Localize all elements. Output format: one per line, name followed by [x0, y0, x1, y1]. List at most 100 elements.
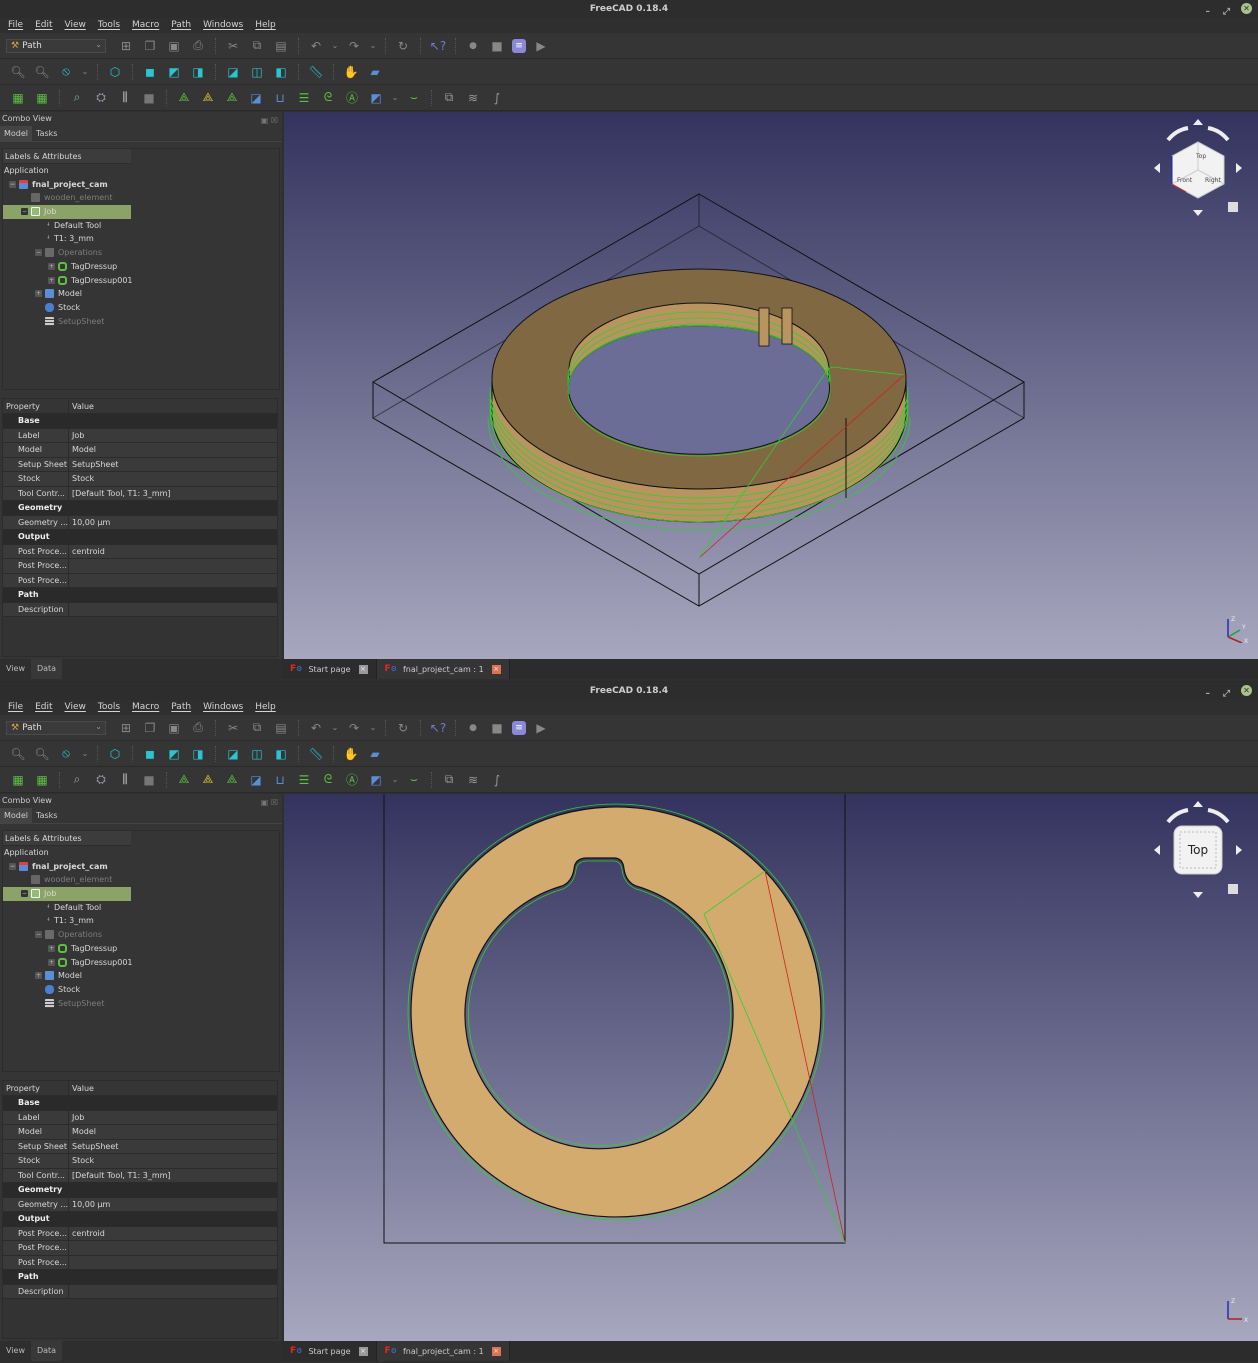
dressup-dropdown-icon[interactable]: ⌄	[391, 89, 399, 107]
tree-item-document[interactable]: − fnal_project_cam	[3, 178, 131, 192]
dock-float-close-icons[interactable]: ▣ ☒	[261, 114, 278, 128]
adaptive-icon[interactable]: ◩	[367, 89, 385, 107]
shape-icon[interactable]: ⧉	[440, 771, 458, 789]
face-icon[interactable]: ☰	[295, 89, 313, 107]
property-row[interactable]: Label Job	[3, 1110, 277, 1125]
fit-all-icon[interactable]: 🔍︎	[9, 745, 27, 763]
property-row[interactable]: Post Proce... centroid	[3, 1226, 277, 1241]
tab-view[interactable]: View	[0, 659, 31, 679]
rear-view-icon[interactable]: ◪	[224, 63, 242, 81]
close-tab-icon[interactable]: ×	[358, 1346, 368, 1356]
menu-macro[interactable]: Macro	[132, 18, 159, 34]
std-part-icon[interactable]: ✋	[342, 745, 360, 763]
tool-library-icon[interactable]: ⫼	[116, 771, 134, 789]
dressup-icon[interactable]: ⌣	[405, 89, 423, 107]
cut-icon[interactable]: ✂	[224, 719, 242, 737]
tab-model[interactable]: Model	[0, 808, 33, 823]
helix-icon[interactable]: ᘓ	[319, 771, 337, 789]
macro-record-icon[interactable]: ●	[464, 37, 482, 55]
fit-selection-icon[interactable]: 🔍︎	[33, 63, 51, 81]
job-icon[interactable]: ▦	[9, 771, 27, 789]
pocket-3d-icon[interactable]: ◪	[247, 89, 265, 107]
tree-item-application[interactable]: Application	[3, 164, 131, 178]
pocket-3d-icon[interactable]: ◪	[247, 771, 265, 789]
tree-item-job[interactable]: − Job	[3, 205, 131, 219]
whats-this-icon[interactable]: ↖?	[429, 37, 447, 55]
save-icon[interactable]: ▣	[165, 719, 183, 737]
menu-file[interactable]: File	[8, 18, 23, 34]
undo-dropdown-icon[interactable]: ⌄	[331, 719, 339, 737]
tree-item-setupsheet[interactable]: SetupSheet	[3, 315, 131, 329]
engrave-icon[interactable]: Ⓐ	[343, 771, 361, 789]
top-view-icon[interactable]: ◩	[165, 63, 183, 81]
menu-view[interactable]: View	[65, 18, 86, 34]
macro-record-icon[interactable]: ●	[464, 719, 482, 737]
measure-icon[interactable]: 📏︎	[307, 745, 325, 763]
property-row[interactable]: Description	[3, 1284, 277, 1299]
macro-run-icon[interactable]: ▶	[532, 719, 550, 737]
stack-icon[interactable]: ∫	[488, 89, 506, 107]
tree-item-wooden-element[interactable]: wooden_element	[3, 873, 131, 887]
right-view-icon[interactable]: ◨	[189, 63, 207, 81]
menu-path[interactable]: Path	[171, 18, 191, 34]
3d-view-isometric[interactable]: Top Front Right ZY X	[284, 112, 1258, 659]
tab-data[interactable]: Data	[30, 1341, 63, 1361]
new-document-icon[interactable]: ⊞	[117, 37, 135, 55]
tree-item-stock[interactable]: Stock	[3, 301, 131, 315]
tree-item-operations[interactable]: − Operations	[3, 928, 131, 942]
3d-view-top[interactable]: Top ZX	[284, 794, 1258, 1341]
property-row[interactable]: Post Proce...	[3, 559, 277, 574]
draw-style-dropdown-icon[interactable]: ⌄	[81, 745, 89, 763]
property-row[interactable]: Tool Contr... [Default Tool, T1: 3_mm]	[3, 1168, 277, 1183]
dock-float-close-icons[interactable]: ▣ ☒	[261, 796, 278, 810]
rear-view-icon[interactable]: ◪	[224, 745, 242, 763]
undo-icon[interactable]: ↶	[307, 37, 325, 55]
property-row[interactable]: Setup Sheet SetupSheet	[3, 457, 277, 472]
tree-item-job[interactable]: − Job	[3, 887, 131, 901]
menu-macro[interactable]: Macro	[132, 700, 159, 716]
menu-file[interactable]: File	[8, 700, 23, 716]
property-row[interactable]: Post Proce...	[3, 573, 277, 588]
navigation-cube[interactable]: Top	[1146, 798, 1250, 902]
paste-icon[interactable]: ▤	[272, 37, 290, 55]
tab-model[interactable]: Model	[0, 126, 33, 141]
right-view-icon[interactable]: ◨	[189, 745, 207, 763]
pocket-icon[interactable]: ⟁	[223, 771, 241, 789]
workbench-selector[interactable]: ⚒ Path ⌄	[6, 720, 106, 735]
simulator-icon[interactable]: ⛭	[92, 771, 110, 789]
sanity-icon[interactable]: ■	[140, 771, 158, 789]
doc-tab-start-page[interactable]: F⚙ Start page ×	[282, 659, 377, 679]
fit-all-icon[interactable]: 🔍︎	[9, 63, 27, 81]
isometric-view-icon[interactable]: ⬡	[106, 745, 124, 763]
redo-dropdown-icon[interactable]: ⌄	[369, 719, 377, 737]
bottom-view-icon[interactable]: ◫	[248, 745, 266, 763]
inspect-icon[interactable]: ⌕	[68, 771, 86, 789]
workbench-selector[interactable]: ⚒ Path ⌄	[6, 38, 106, 53]
draw-style-icon[interactable]: ⦸	[57, 63, 75, 81]
property-row[interactable]: Post Proce... centroid	[3, 544, 277, 559]
property-row[interactable]: Geometry ... 10,00 µm	[3, 515, 277, 530]
menu-view[interactable]: View	[65, 700, 86, 716]
menu-edit[interactable]: Edit	[35, 700, 52, 716]
array-icon[interactable]: ≋	[464, 771, 482, 789]
simulator-icon[interactable]: ⛭	[92, 89, 110, 107]
property-row[interactable]: Label Job	[3, 428, 277, 443]
open-icon[interactable]: ❐	[141, 37, 159, 55]
property-row[interactable]: Tool Contr... [Default Tool, T1: 3_mm]	[3, 486, 277, 501]
macro-stop-icon[interactable]: ■	[488, 37, 506, 55]
doc-tab-start-page[interactable]: F⚙ Start page ×	[282, 1341, 377, 1361]
tab-view[interactable]: View	[0, 1341, 31, 1361]
tree-item-setupsheet[interactable]: SetupSheet	[3, 997, 131, 1011]
dressup-icon[interactable]: ⌣	[405, 771, 423, 789]
drilling-icon[interactable]: ⊔	[271, 89, 289, 107]
open-icon[interactable]: ❐	[141, 719, 159, 737]
menu-tools[interactable]: Tools	[98, 700, 120, 716]
property-row[interactable]: Geometry ... 10,00 µm	[3, 1197, 277, 1212]
property-row[interactable]: Stock Stock	[3, 1154, 277, 1169]
front-view-icon[interactable]: ◼	[141, 63, 159, 81]
top-view-icon[interactable]: ◩	[165, 745, 183, 763]
profile-faces-icon[interactable]: ⟁	[175, 771, 193, 789]
close-tab-icon[interactable]: ×	[358, 664, 368, 674]
undo-icon[interactable]: ↶	[307, 719, 325, 737]
fit-selection-icon[interactable]: 🔍︎	[33, 745, 51, 763]
